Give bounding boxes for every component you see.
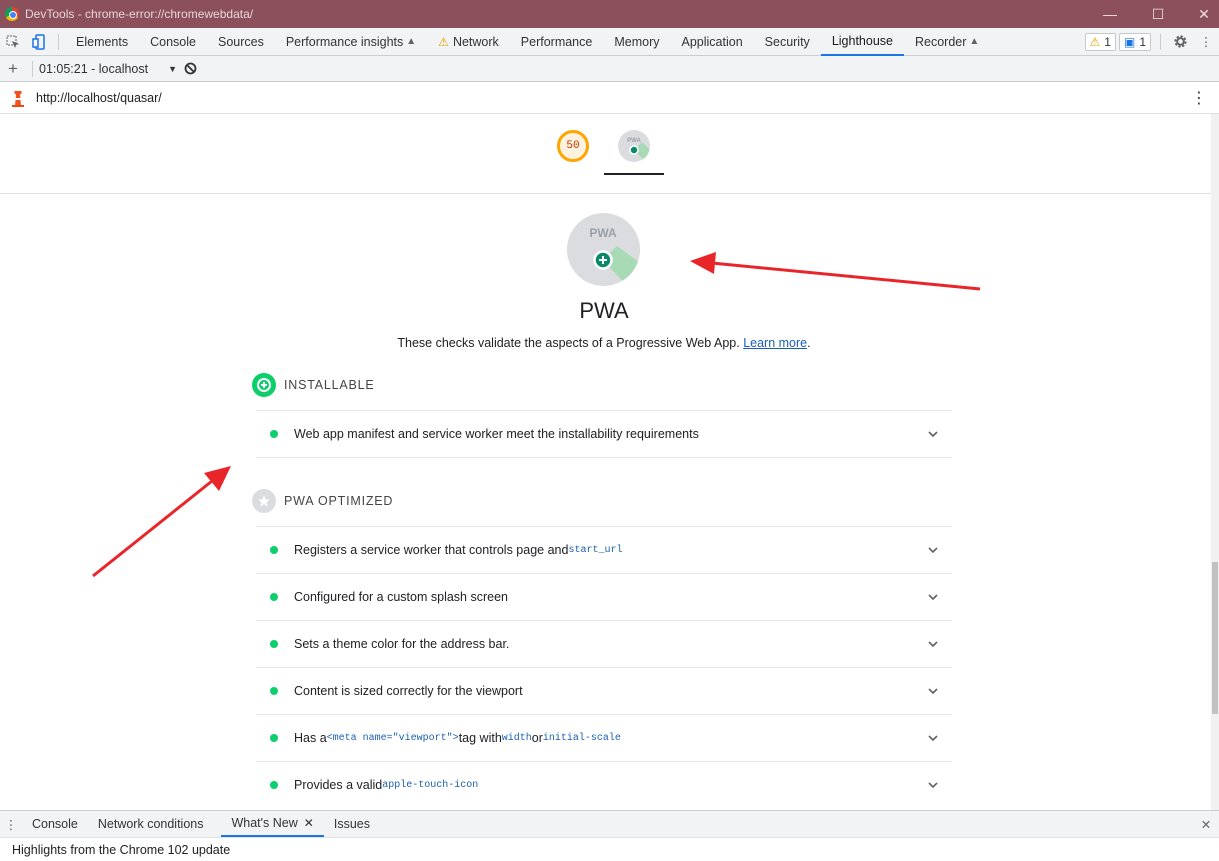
divider (1160, 33, 1161, 50)
annotation-arrow-left (92, 466, 231, 578)
warnings-badge[interactable]: ⚠ 1 (1084, 32, 1116, 51)
divider (32, 60, 33, 77)
tab-network[interactable]: ⚠ Network (427, 28, 510, 56)
report-url[interactable]: http://localhost/quasar/ (36, 91, 162, 105)
message-icon: ▣ (1123, 34, 1136, 49)
window-titlebar: DevTools - chrome-error://chromewebdata/… (0, 0, 1219, 28)
tab-performance-insights[interactable]: Performance insights ▲ (275, 28, 427, 56)
drawer-tab-network-conditions[interactable]: Network conditions (88, 811, 214, 837)
messages-badge[interactable]: ▣ 1 (1118, 32, 1151, 51)
tab-security[interactable]: Security (754, 28, 821, 56)
clear-reports-icon[interactable] (177, 55, 203, 83)
dropdown-arrow-icon: ▼ (168, 63, 177, 74)
drawer-tab-issues[interactable]: Issues (324, 811, 380, 837)
tab-lighthouse[interactable]: Lighthouse (820, 28, 904, 56)
annotation-arrows (92, 252, 981, 578)
close-tab-icon[interactable]: ✕ (304, 816, 314, 830)
devtools-tabbar: Elements Console Sources Performance ins… (0, 28, 1219, 56)
drawer-tabbar: ⋮ Console Network conditions What's New ✕… (0, 810, 1219, 837)
device-toolbar-icon[interactable] (26, 28, 52, 56)
maximize-button[interactable]: ☐ (1135, 0, 1181, 28)
inspect-element-icon[interactable] (0, 28, 26, 56)
drawer-tab-whats-new[interactable]: What's New ✕ (221, 811, 324, 837)
report-select[interactable]: 01:05:21 - localhost ▼ (39, 62, 177, 76)
report-menu-icon[interactable]: ⋮ (1191, 88, 1207, 108)
drawer-tab-console[interactable]: Console (22, 811, 88, 837)
whats-new-content: Highlights from the Chrome 102 update (0, 837, 1219, 861)
scrollbar-thumb[interactable] (1212, 562, 1218, 714)
close-window-button[interactable]: ✕ (1181, 0, 1219, 28)
tab-application[interactable]: Application (671, 28, 754, 56)
tab-sources[interactable]: Sources (207, 28, 275, 56)
window-title: DevTools - chrome-error://chromewebdata/ (25, 7, 254, 21)
annotation-arrow-right (690, 252, 981, 291)
divider (58, 33, 59, 50)
tab-memory[interactable]: Memory (603, 28, 670, 56)
report-scrollbar[interactable] (1211, 114, 1219, 810)
minimize-button[interactable]: — (1087, 0, 1133, 28)
report-url-bar: http://localhost/quasar/ ⋮ (0, 82, 1219, 114)
close-drawer-icon[interactable]: ✕ (1193, 810, 1219, 838)
tab-console[interactable]: Console (139, 28, 207, 56)
tab-recorder[interactable]: Recorder ▲ (904, 28, 990, 56)
new-report-plus-icon[interactable]: + (0, 55, 26, 83)
drawer-menu-icon[interactable]: ⋮ (0, 810, 22, 838)
experiment-flask-icon: ▲ (969, 36, 980, 47)
lighthouse-icon (0, 89, 36, 107)
warning-icon: ⚠ (1089, 34, 1101, 49)
tab-elements[interactable]: Elements (65, 28, 139, 56)
lighthouse-toolbar: + 01:05:21 - localhost ▼ (0, 56, 1219, 82)
lighthouse-report: 50 PWA PWA PWA These checks validate the… (0, 114, 1211, 810)
experiment-flask-icon: ▲ (406, 36, 417, 47)
settings-gear-icon[interactable] (1167, 28, 1193, 56)
more-options-icon[interactable]: ⋮ (1193, 28, 1219, 56)
chrome-logo-icon (5, 7, 19, 21)
warning-icon: ⚠ (438, 34, 449, 49)
tab-performance[interactable]: Performance (510, 28, 604, 56)
